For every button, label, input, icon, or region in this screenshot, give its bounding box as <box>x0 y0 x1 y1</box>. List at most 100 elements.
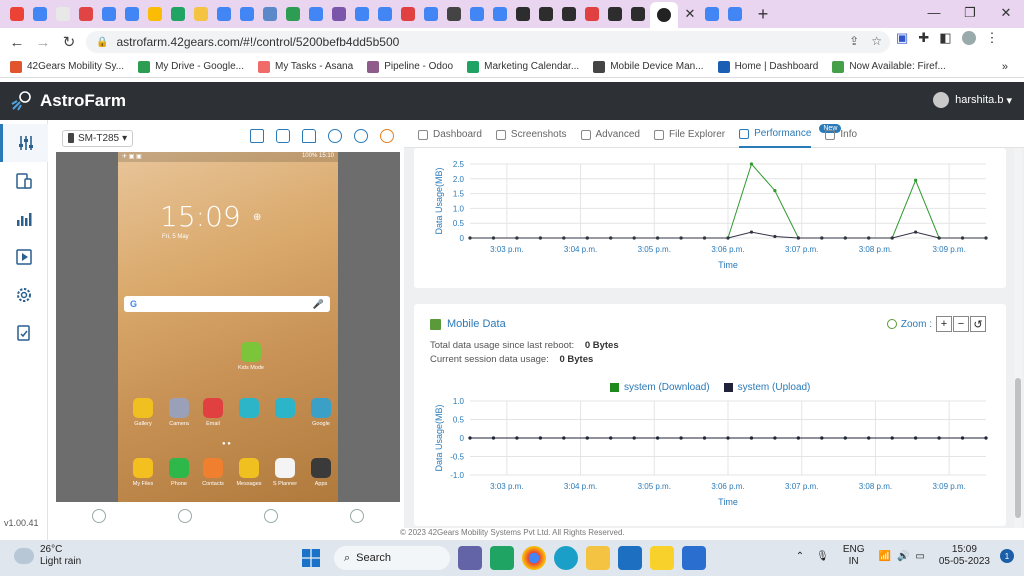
browser-tab[interactable] <box>512 3 534 25</box>
reload-icon[interactable]: ↻ <box>56 33 82 51</box>
app-logo[interactable]: AstroFarm <box>10 90 126 112</box>
bookmarks-more[interactable]: » <box>1002 61 1008 73</box>
minus-circle-icon[interactable] <box>380 129 394 143</box>
restore-icon[interactable]: ❐ <box>952 0 988 28</box>
device-app-icon[interactable]: Contacts <box>198 458 228 487</box>
snipping-tool-icon[interactable] <box>682 546 706 570</box>
notification-badge[interactable]: 1 <box>1000 549 1014 563</box>
browser-tab[interactable] <box>75 3 97 25</box>
browser-tab[interactable] <box>558 3 580 25</box>
browser-tab[interactable] <box>190 3 212 25</box>
video-icon[interactable] <box>276 129 290 143</box>
browser-tab[interactable] <box>167 3 189 25</box>
teams-chat-icon[interactable] <box>458 546 482 570</box>
browser-tab[interactable] <box>443 3 465 25</box>
browser-tab[interactable] <box>121 3 143 25</box>
windows-start-icon[interactable] <box>302 549 320 567</box>
device-app-icon[interactable]: Phone <box>164 458 194 487</box>
mail-icon[interactable] <box>618 546 642 570</box>
sticky-notes-icon[interactable] <box>650 546 674 570</box>
meet-icon[interactable] <box>490 546 514 570</box>
share-icon[interactable]: ⇪ <box>849 34 859 48</box>
browser-tab[interactable] <box>535 3 557 25</box>
browser-tab[interactable] <box>724 3 746 25</box>
home-nav-icon[interactable] <box>178 509 192 523</box>
google-search-widget[interactable]: G 🎤 <box>124 296 330 312</box>
sidebar-item-devices[interactable] <box>0 162 48 200</box>
lock-icon[interactable] <box>302 129 316 143</box>
browser-tab[interactable] <box>397 3 419 25</box>
file-explorer-icon[interactable] <box>586 546 610 570</box>
puzzle-icon[interactable]: ✚ <box>918 30 929 46</box>
close-tab-icon[interactable]: ✕ <box>679 6 701 22</box>
browser-tab[interactable] <box>701 3 723 25</box>
edge-icon[interactable] <box>554 546 578 570</box>
chevron-up-icon[interactable]: ⌃ <box>796 551 804 562</box>
browser-tab[interactable] <box>52 3 74 25</box>
browser-tab[interactable] <box>604 3 626 25</box>
forward-icon[interactable]: → <box>30 34 56 51</box>
device-app-icon[interactable]: Messages <box>234 458 264 487</box>
device-app-icon[interactable]: S Planner <box>270 458 300 487</box>
browser-tab[interactable] <box>98 3 120 25</box>
new-tab-icon[interactable]: + <box>751 4 775 25</box>
weather-widget[interactable]: 26°C Light rain <box>14 544 81 568</box>
device-app-icon[interactable]: Google <box>306 398 336 427</box>
browser-tab[interactable] <box>489 3 511 25</box>
minimize-icon[interactable]: — <box>916 0 952 28</box>
bookmark-item[interactable]: My Drive - Google... <box>138 60 244 73</box>
extension-icon[interactable]: ▣ <box>896 30 908 46</box>
device-app-icon[interactable] <box>270 398 300 421</box>
device-app-icon[interactable]: Camera <box>164 398 194 427</box>
sidebar-item-tasks[interactable] <box>0 314 48 352</box>
tab-file-explorer[interactable]: File Explorer <box>654 122 725 148</box>
sync-icon[interactable] <box>328 129 342 143</box>
close-window-icon[interactable]: ✕ <box>988 0 1024 28</box>
browser-tab[interactable] <box>420 3 442 25</box>
speaker-icon[interactable]: 🔊 <box>897 551 909 562</box>
browser-tab[interactable] <box>305 3 327 25</box>
tab-info[interactable]: Info <box>825 122 857 148</box>
bookmark-item[interactable]: 42Gears Mobility Sy... <box>10 60 124 73</box>
browser-tab[interactable] <box>466 3 488 25</box>
taskbar-search[interactable]: ⌕ Search <box>334 546 450 570</box>
sidebar-item-settings[interactable] <box>0 276 48 314</box>
browser-tab[interactable] <box>259 3 281 25</box>
browser-tab[interactable] <box>627 3 649 25</box>
sidebar-item-media[interactable] <box>0 238 48 276</box>
device-app-icon[interactable]: Gallery <box>128 398 158 427</box>
sidebar-item-reports[interactable] <box>0 200 48 238</box>
hide-icon[interactable] <box>354 129 368 143</box>
back-nav-icon[interactable] <box>350 509 364 523</box>
browser-tab[interactable] <box>29 3 51 25</box>
device-selector[interactable]: SM-T285 ▾ <box>62 129 134 147</box>
battery-icon[interactable]: ▭ <box>915 551 924 562</box>
mic-icon[interactable]: 🎙 <box>816 551 829 562</box>
language-indicator[interactable]: ENG IN <box>843 544 865 568</box>
device-app-icon[interactable]: Apps <box>306 458 336 487</box>
browser-tab[interactable] <box>144 3 166 25</box>
bookmark-item[interactable]: Now Available: Firef... <box>832 60 946 73</box>
star-icon[interactable]: ☆ <box>871 34 882 48</box>
browser-tab[interactable] <box>282 3 304 25</box>
device-app-icon[interactable] <box>234 398 264 421</box>
lock-icon[interactable]: 🔒 <box>96 37 108 48</box>
active-browser-tab[interactable] <box>650 2 678 28</box>
sidebar-item-control[interactable] <box>0 124 48 162</box>
tab-performance[interactable]: Performance New <box>739 122 842 148</box>
browser-tab[interactable] <box>328 3 350 25</box>
tab-advanced[interactable]: Advanced <box>580 122 640 148</box>
browser-tab[interactable] <box>351 3 373 25</box>
back-icon[interactable]: ← <box>4 34 30 51</box>
browser-tab[interactable] <box>581 3 603 25</box>
recents-nav-icon[interactable] <box>264 509 278 523</box>
plus-icon[interactable]: ⊕ <box>253 212 261 223</box>
device-screen[interactable]: ✈ ▣ ▣ 100% 15:10 15:09 Fri, 5 May ⊕ G 🎤 … <box>118 152 338 502</box>
tab-screenshots[interactable]: Screenshots <box>495 122 567 148</box>
browser-tab[interactable] <box>6 3 28 25</box>
browser-tab[interactable] <box>236 3 258 25</box>
bookmark-item[interactable]: Mobile Device Man... <box>593 60 704 73</box>
browser-tab[interactable] <box>213 3 235 25</box>
bookmark-item[interactable]: Home | Dashboard <box>717 60 818 73</box>
bookmark-item[interactable]: Marketing Calendar... <box>467 60 579 73</box>
